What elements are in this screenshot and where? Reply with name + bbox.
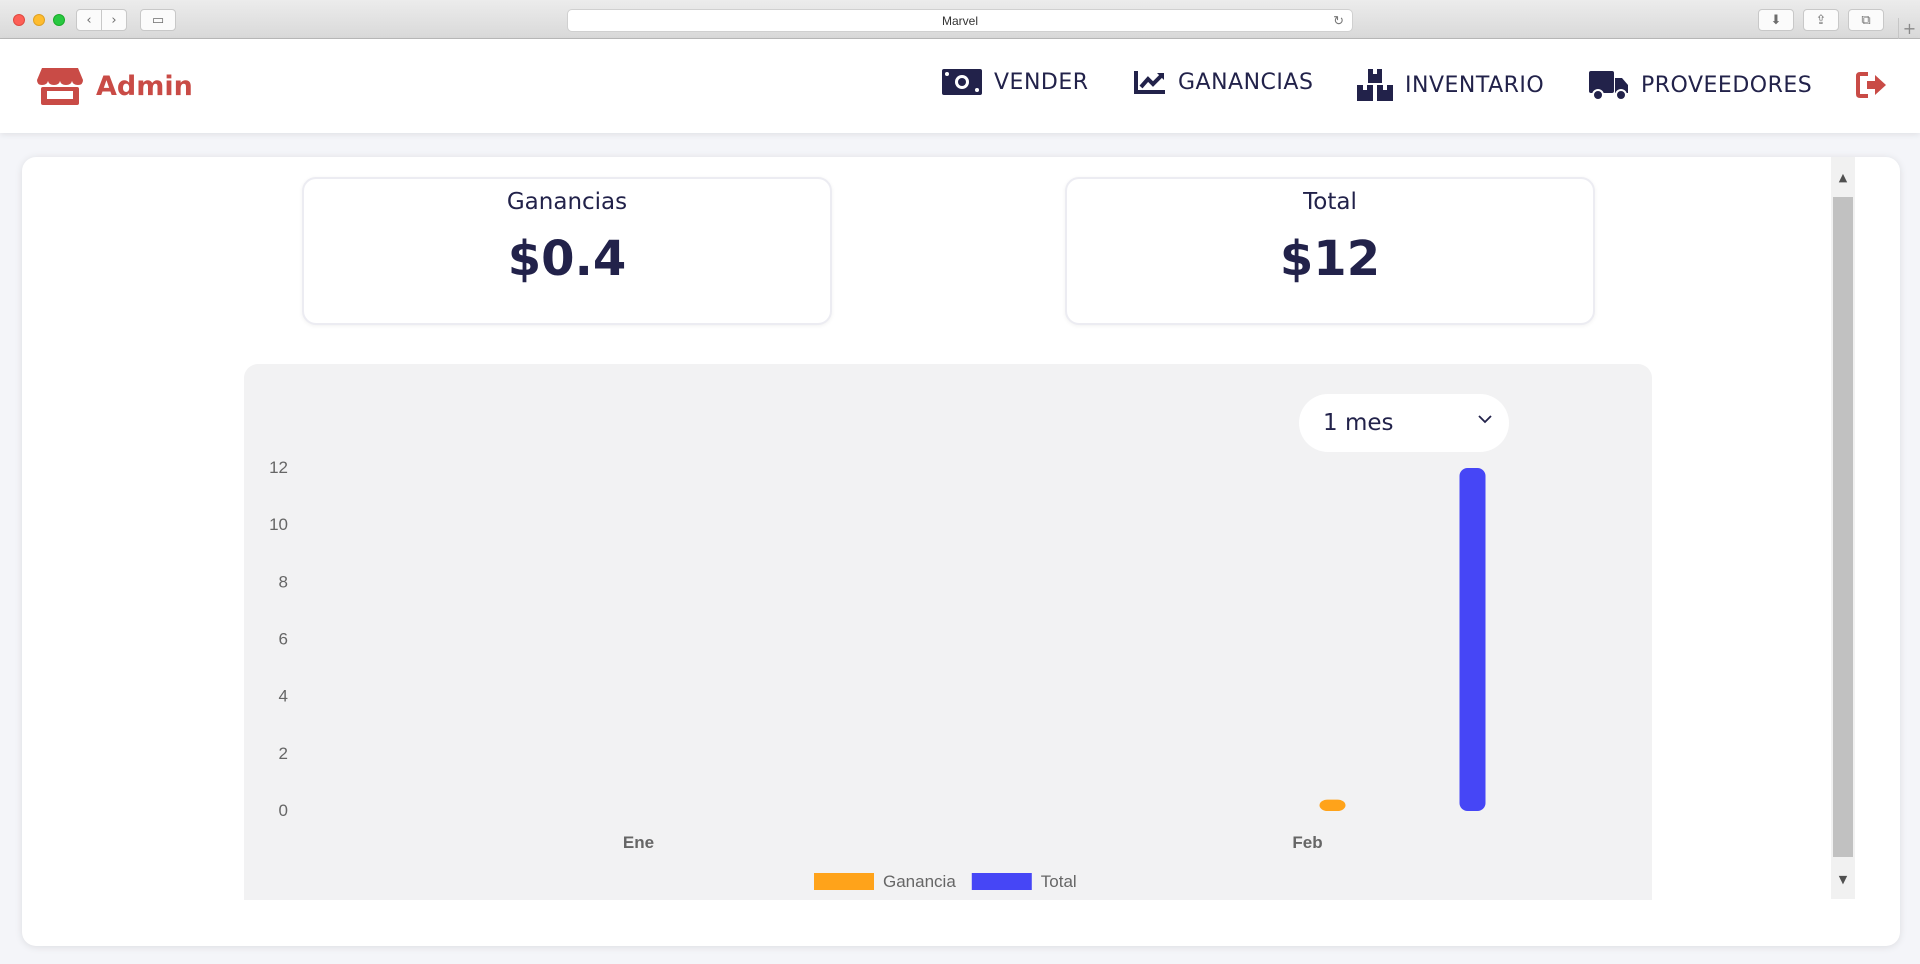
logout-button[interactable] (1856, 72, 1888, 98)
chevron-down-icon (1478, 415, 1492, 424)
close-window-button[interactable] (13, 14, 25, 26)
bar-ganancia (1319, 799, 1346, 811)
nav-label: GANANCIAS (1178, 69, 1314, 95)
sidebar-button[interactable]: ▭ (140, 9, 176, 31)
y-tick-label: 8 (279, 572, 288, 591)
scroll-up-arrow[interactable]: ▲ (1831, 157, 1855, 197)
total-card: Total $12 (1065, 177, 1595, 325)
forward-icon: › (111, 12, 117, 28)
store-icon (37, 68, 83, 105)
address-bar[interactable]: Marvel ↻ (567, 9, 1353, 32)
ganancias-title: Ganancias (506, 189, 628, 215)
tabs-overview-button[interactable]: ⧉ (1848, 9, 1884, 31)
chart-line-icon (1134, 71, 1165, 94)
forward-button[interactable]: › (101, 9, 127, 31)
y-tick-label: 4 (279, 687, 288, 706)
legend-swatch (814, 873, 874, 890)
total-title: Total (1303, 189, 1357, 215)
scrollbar-thumb[interactable] (1833, 197, 1853, 857)
x-tick-label: Ene (623, 833, 654, 852)
total-value: $12 (1279, 231, 1381, 287)
share-button[interactable]: ⇪ (1803, 9, 1839, 31)
truck-icon (1589, 71, 1628, 101)
vertical-scrollbar[interactable]: ▲ ▼ (1831, 157, 1855, 899)
scroll-down-arrow[interactable]: ▼ (1831, 859, 1855, 899)
reload-icon[interactable]: ↻ (1333, 13, 1344, 29)
y-tick-label: 12 (269, 458, 288, 477)
x-tick-label: Feb (1292, 833, 1322, 852)
logout-icon (1856, 72, 1886, 98)
downloads-button[interactable]: ⬇ (1758, 9, 1794, 31)
y-tick-label: 2 (279, 744, 288, 763)
app-header: Admin VENDER GANANCIAS INVENTARIO PROVEE… (0, 39, 1920, 133)
legend-label: Total (1041, 872, 1077, 891)
boxes-icon (1357, 69, 1393, 101)
nav-ganancias[interactable]: GANANCIAS (1134, 69, 1313, 95)
bar-total (1459, 468, 1486, 811)
legend-swatch (971, 873, 1032, 890)
brand-link[interactable]: Admin (36, 66, 193, 106)
content-panel: Ganancias $0.4 Total $12 0 2 4 6 8 10 12 Ene Feb… (22, 157, 1900, 946)
zoom-window-button[interactable] (53, 14, 65, 26)
share-icon: ⇪ (1815, 12, 1827, 28)
plus-icon: + (1902, 19, 1917, 38)
legend-label: Ganancia (883, 872, 956, 891)
new-tab-button[interactable]: + (1898, 18, 1920, 39)
download-icon: ⬇ (1770, 12, 1782, 28)
back-icon: ‹ (86, 12, 92, 28)
y-tick-label: 6 (279, 630, 288, 649)
y-tick-label: 10 (269, 515, 288, 534)
y-tick-label: 0 (279, 801, 288, 820)
sidebar-icon: ▭ (151, 12, 165, 28)
nav-vender[interactable]: VENDER (942, 69, 1089, 95)
back-button[interactable]: ‹ (76, 9, 102, 31)
period-select-value: 1 mes (1323, 410, 1394, 436)
nav-label: VENDER (994, 69, 1089, 95)
minimize-window-button[interactable] (33, 14, 45, 26)
ganancias-value: $0.4 (507, 231, 627, 287)
ganancias-card: Ganancias $0.4 (302, 177, 832, 325)
period-select[interactable]: 1 mes (1299, 394, 1509, 452)
chart-container: 0 2 4 6 8 10 12 Ene Feb Ganancia Total 1 mes (244, 364, 1652, 900)
nav-inventario[interactable]: INVENTARIO (1357, 69, 1544, 101)
browser-toolbar: ‹ › ▭ Marvel ↻ ⬇ ⇪ ⧉ + (0, 0, 1920, 39)
nav-label: PROVEEDORES (1641, 72, 1813, 98)
nav-proveedores[interactable]: PROVEEDORES (1589, 69, 1812, 101)
brand-title: Admin (96, 70, 193, 102)
page-url-title: Marvel (941, 13, 978, 28)
tabs-icon: ⧉ (1861, 12, 1871, 28)
money-bill-icon (942, 69, 982, 95)
nav-label: INVENTARIO (1405, 72, 1545, 98)
